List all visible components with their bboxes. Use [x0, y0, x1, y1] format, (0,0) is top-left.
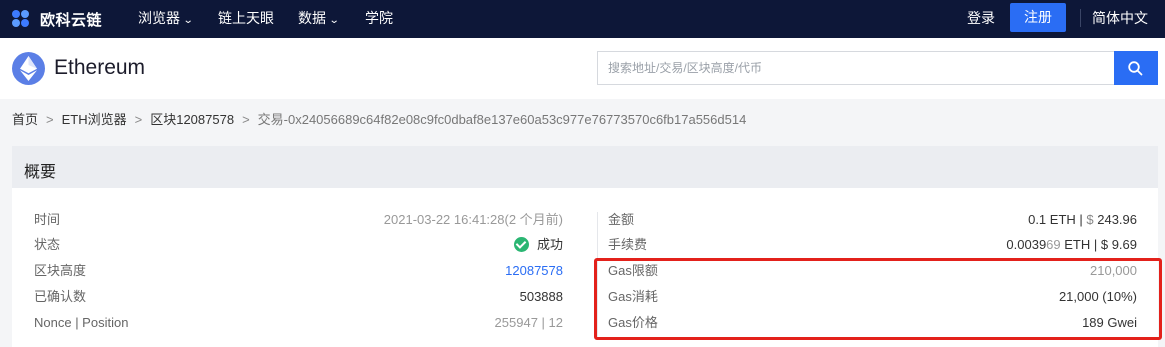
overview-title: 概要: [24, 164, 57, 181]
nav-item-label: 浏览器: [138, 10, 180, 26]
detail-row-amount: 金额 0.1 ETH | $ 243.96: [608, 210, 1137, 230]
breadcrumb-block[interactable]: 区块12087578: [150, 112, 234, 127]
detail-row-nonce: Nonce | Position 255947 | 12: [34, 313, 563, 333]
page-title: Ethereum: [54, 56, 146, 79]
nav-item-label: 学院: [365, 10, 393, 26]
row-label: 手续费: [608, 237, 648, 252]
breadcrumb-separator: >: [242, 112, 250, 127]
chevron-down-icon: ⌄: [328, 15, 340, 26]
check-circle-icon: [513, 237, 529, 252]
nav-item-label: 数据: [298, 10, 326, 26]
logo-icon: [12, 10, 34, 28]
amount-eth: 0.1 ETH |: [1028, 212, 1083, 227]
row-label: 已确认数: [34, 289, 87, 304]
detail-row-time: 时间 2021-03-22 16:41:28(2 个月前): [34, 210, 563, 230]
detail-row-status: 状态 成功: [34, 235, 563, 255]
amount-usd: 243.96: [1093, 212, 1137, 227]
row-label: 时间: [34, 212, 61, 227]
nav-item-academy[interactable]: 学院: [365, 0, 393, 38]
detail-row-confirmations: 已确认数 503888: [34, 287, 563, 307]
logo-text: 欧科云链: [40, 11, 103, 29]
row-label: 区块高度: [34, 263, 87, 278]
divider: [1080, 9, 1081, 27]
overview-header: 概要: [12, 146, 1158, 188]
search-icon: [1128, 61, 1143, 76]
breadcrumb: 首页 > ETH浏览器 > 区块12087578 > 交易-0x24056689c64f82…: [12, 109, 746, 128]
page-header: Ethereum: [0, 38, 1165, 99]
nav-item-onchain-eye[interactable]: 链上天眼: [218, 0, 274, 38]
currency-symbol: $: [1082, 212, 1094, 227]
status-text: 成功: [536, 237, 563, 252]
breadcrumb-current: 交易-0x24056689c64f82e08c9fc0dbaf8e137e60a…: [257, 112, 747, 127]
fee-main: 0.0039: [1006, 237, 1047, 252]
breadcrumb-eth-browser[interactable]: ETH浏览器: [62, 112, 127, 127]
search-input[interactable]: [597, 51, 1114, 85]
nav-item-browser[interactable]: 浏览器 ⌄: [138, 0, 194, 38]
nav-item-label: 链上天眼: [218, 10, 274, 26]
row-value: 0.003969 ETH | $ 9.69: [1006, 235, 1137, 255]
block-height-link[interactable]: 12087578: [505, 261, 563, 281]
row-value: 0.1 ETH | $ 243.96: [1028, 210, 1137, 230]
row-value: 255947 | 12: [494, 315, 563, 330]
top-nav: 欧科云链 浏览器 ⌄ 链上天眼 数据 ⌄ 学院 登录 注册 简体中文: [0, 0, 1165, 38]
status-value: 成功: [513, 235, 563, 255]
language-selector[interactable]: 简体中文: [1092, 0, 1148, 36]
fee-dim-digits: 69: [1046, 237, 1061, 252]
register-button[interactable]: 注册: [1010, 3, 1066, 32]
login-link[interactable]: 登录: [967, 0, 995, 36]
detail-row-block-height: 区块高度 12087578: [34, 261, 563, 281]
row-value: 503888: [519, 289, 563, 304]
row-label: 金额: [608, 212, 635, 227]
highlight-box: [594, 258, 1162, 340]
row-label: Nonce | Position: [34, 315, 129, 330]
chevron-down-icon: ⌄: [182, 15, 194, 26]
breadcrumb-separator: >: [134, 112, 143, 127]
detail-row-fee: 手续费 0.003969 ETH | $ 9.69: [608, 235, 1137, 255]
fee-tail: ETH | $ 9.69: [1060, 237, 1137, 252]
row-label: 状态: [34, 237, 61, 252]
breadcrumb-home[interactable]: 首页: [12, 112, 38, 127]
breadcrumb-separator: >: [46, 112, 54, 127]
search-button[interactable]: [1114, 51, 1158, 85]
row-value: 2021-03-22 16:41:28(2 个月前): [383, 212, 563, 227]
ethereum-icon: [12, 52, 45, 85]
nav-item-data[interactable]: 数据 ⌄: [298, 0, 340, 38]
site-logo[interactable]: 欧科云链: [12, 8, 102, 30]
